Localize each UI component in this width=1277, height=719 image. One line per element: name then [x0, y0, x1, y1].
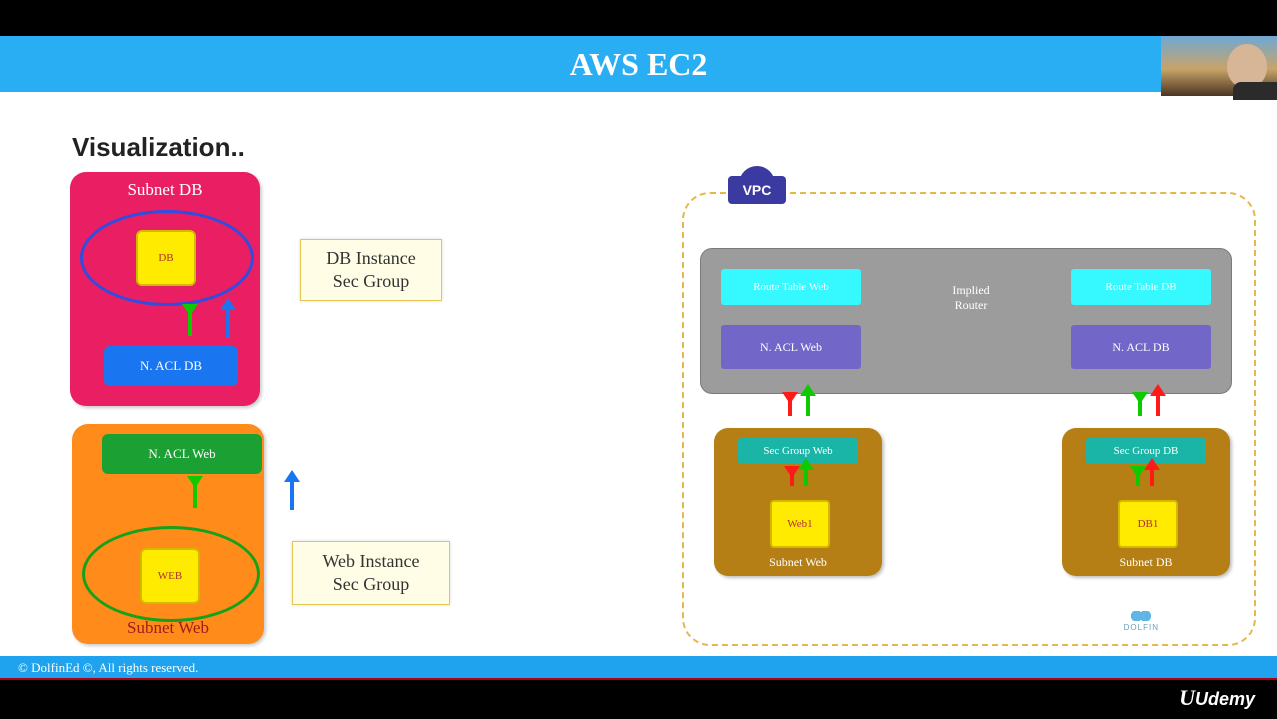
panel-subnet-db: Subnet DB DB N. ACL DB [70, 172, 260, 406]
route-table-web: Route Table Web [721, 269, 861, 305]
watermark-logo-icon: DOLFIN [1124, 611, 1159, 632]
slide-title: AWS EC2 [570, 46, 708, 83]
implied-router-panel: Route Table Web Route Table DB N. ACL We… [700, 248, 1232, 394]
implied-router-label: Implied Router [921, 283, 1021, 313]
nacl-web-box: N. ACL Web [102, 434, 262, 474]
nacl-db-box-right: N. ACL DB [1071, 325, 1211, 369]
slide: AWS EC2 Visualization.. Subnet DB DB N. … [0, 36, 1277, 680]
panel-subnet-web-footer: Subnet Web [72, 618, 264, 638]
subnet-web-label: Subnet Web [714, 555, 882, 570]
nacl-db-box: N. ACL DB [104, 346, 238, 386]
web-instance-box: WEB [140, 548, 200, 604]
presenter-silhouette-icon [1227, 44, 1267, 88]
panel-subnet-db-header: Subnet DB [70, 172, 260, 200]
copyright-bar: © DolfinEd ©, All rights reserved. [0, 656, 1277, 680]
slide-title-bar: AWS EC2 [0, 36, 1277, 92]
route-table-db: Route Table DB [1071, 269, 1211, 305]
label-web-sec-group: Web Instance Sec Group [292, 541, 450, 605]
db-instance-box: DB [136, 230, 196, 286]
db-instance-mini: DB1 [1118, 500, 1178, 548]
subnet-db-panel: Sec Group DB DB1 Subnet DB [1062, 428, 1230, 576]
subnet-db-label: Subnet DB [1062, 555, 1230, 570]
udemy-logo: UUdemy [1179, 685, 1255, 711]
slide-subtitle: Visualization.. [72, 132, 245, 163]
presenter-webcam-thumbnail [1161, 36, 1277, 96]
nacl-web-box-right: N. ACL Web [721, 325, 861, 369]
video-letterbox-top [0, 0, 1277, 36]
label-db-sec-group: DB Instance Sec Group [300, 239, 442, 301]
vpc-tag-icon: VPC [728, 176, 786, 204]
video-player-bar[interactable]: UUdemy [0, 678, 1277, 719]
copyright-text: © DolfinEd ©, All rights reserved. [18, 660, 198, 676]
web-instance-mini: Web1 [770, 500, 830, 548]
subnet-web-panel: Sec Group Web Web1 Subnet Web [714, 428, 882, 576]
panel-subnet-web: N. ACL Web WEB Subnet Web [72, 424, 264, 644]
